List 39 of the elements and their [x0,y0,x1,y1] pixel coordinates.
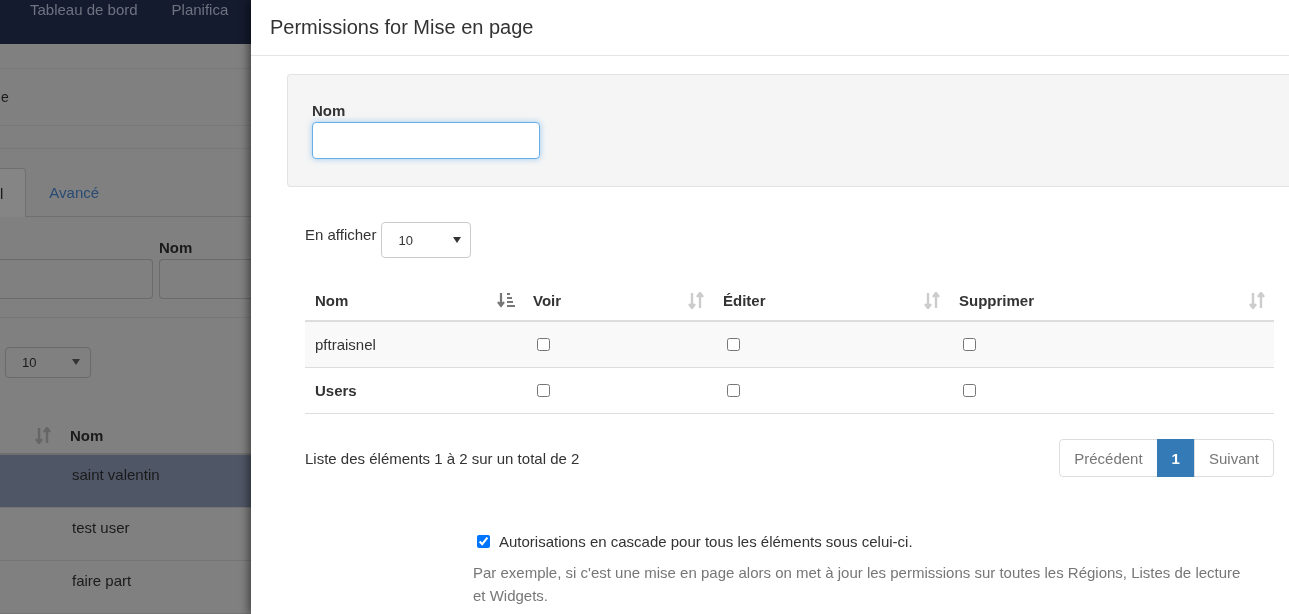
name-input[interactable] [312,122,540,159]
caret-icon [453,237,462,243]
checkbox-label: Autorisations en cascade pour tous les éléments sous celui-ci. [499,533,913,550]
table-cell: pftraisnel [315,336,376,353]
breadcrumb-text[interactable]: e [1,88,9,105]
tab[interactable]: Avancé [26,168,123,216]
sort-ascending-icon[interactable] [497,291,515,309]
permission-checkbox[interactable] [537,338,550,351]
pagination-button[interactable]: Suivant [1193,439,1274,477]
table-info: Liste des éléments 1 à 2 sur un total de 2 [305,449,580,467]
table-cell: saint valentin [72,465,160,483]
help-text: Par exemple, si c'est une mise en page alors on met à jour les permissions sur toutes les Régions, Listes de lecture et Widgets. [473,563,1242,606]
permission-checkbox[interactable] [963,338,976,351]
permission-checkbox[interactable] [963,384,976,397]
permission-checkbox[interactable] [727,338,740,351]
page-size-select[interactable]: 10 [5,346,91,379]
field-label: Nom [312,102,347,119]
field-label: Nom [159,238,194,256]
table-cell: Users [315,382,357,399]
page-size-label: En afficher [305,226,377,243]
nav-link[interactable]: Tableau de bord [30,1,138,44]
pagination-button[interactable]: Précédent [1059,439,1158,477]
column-header[interactable]: Supprimer [959,291,1034,309]
dialog-title: Permissions for Mise en page [270,16,534,39]
permission-checkbox[interactable] [537,384,550,397]
table-row[interactable]: saint valentin [0,454,251,508]
column-header[interactable]: Voir [533,291,562,309]
pagination-button[interactable]: 1 [1156,439,1195,477]
permission-checkbox[interactable] [727,384,740,397]
column-header[interactable]: Nom [315,291,349,309]
page-size-select[interactable]: 10 [381,222,472,258]
table-cell: test user [72,518,130,536]
column-header[interactable]: Nom [70,426,104,444]
caret-icon [72,359,80,366]
cascade-checkbox[interactable] [477,535,490,548]
column-header[interactable]: Éditer [723,291,766,309]
nav-link[interactable]: Planifica [171,1,229,44]
tab[interactable]: l [0,168,27,217]
table-cell: faire part [72,571,132,589]
